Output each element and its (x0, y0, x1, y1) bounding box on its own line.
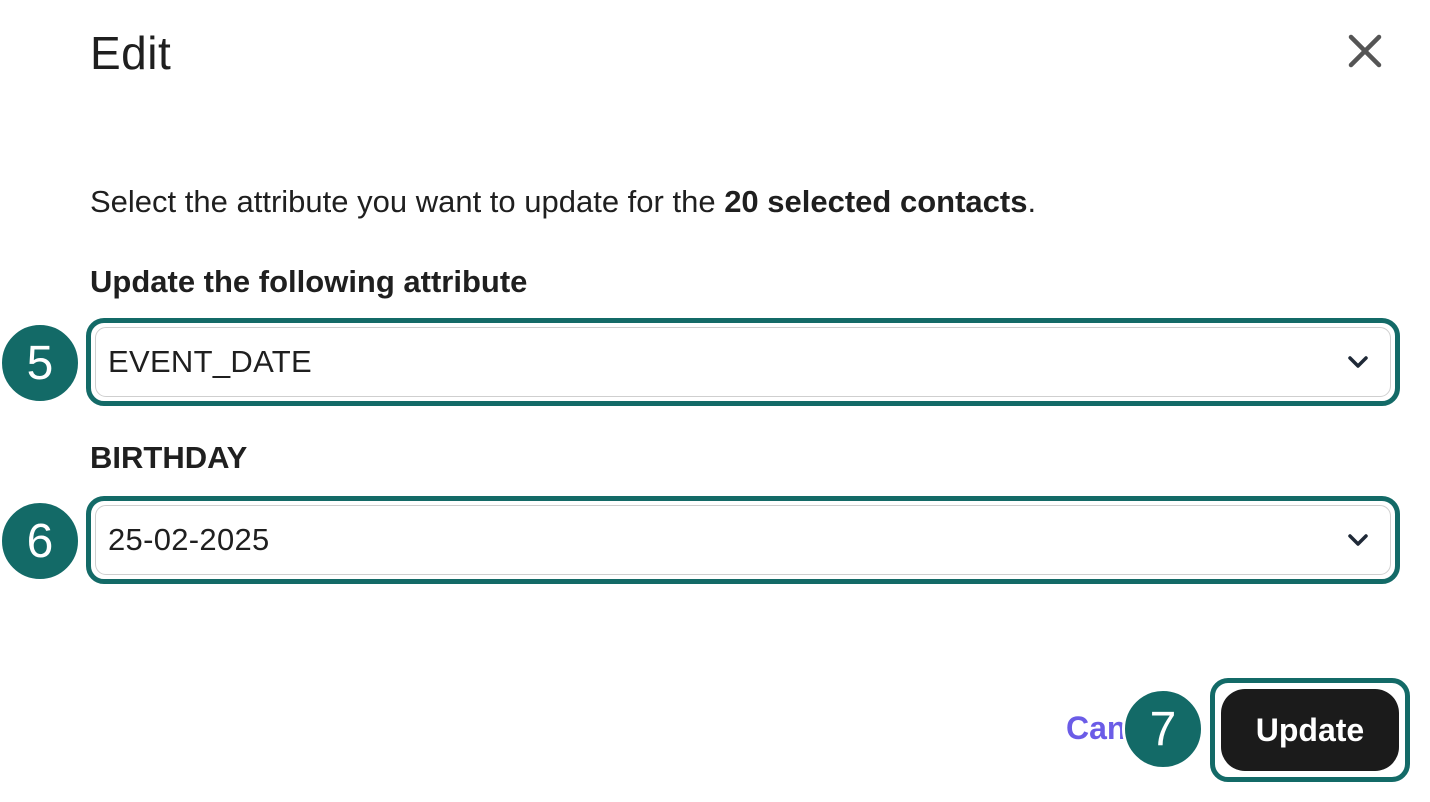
update-button[interactable]: Update (1221, 689, 1399, 771)
dialog-title: Edit (90, 27, 172, 79)
selected-contacts-count: 20 selected contacts (724, 184, 1028, 219)
description-text: Select the attribute you want to update … (90, 184, 725, 219)
update-button-highlight: Update (1210, 678, 1410, 782)
step-badge-6: 6 (0, 500, 81, 582)
step-badge-7: 7 (1122, 688, 1204, 770)
close-icon (1348, 34, 1382, 68)
birthday-select-value: 25-02-2025 (108, 522, 270, 557)
cancel-button[interactable]: Can (1066, 710, 1126, 747)
edit-dialog: Edit Select the attribute you want to up… (0, 0, 1430, 802)
close-button[interactable] (1342, 28, 1388, 74)
attribute-select[interactable]: EVENT_DATE (95, 327, 1391, 397)
step-badge-5: 5 (0, 322, 81, 404)
birthday-select-highlight: 25-02-2025 (86, 496, 1400, 584)
attribute-select-highlight: EVENT_DATE (86, 318, 1400, 406)
chevron-down-icon (1348, 356, 1368, 368)
attribute-select-value: EVENT_DATE (108, 344, 312, 379)
dialog-description: Select the attribute you want to update … (90, 184, 1036, 220)
chevron-down-icon (1348, 534, 1368, 546)
birthday-field-label: BIRTHDAY (90, 440, 248, 475)
attribute-field-label: Update the following attribute (90, 264, 528, 299)
birthday-date-select[interactable]: 25-02-2025 (95, 505, 1391, 575)
description-suffix: . (1027, 184, 1037, 219)
